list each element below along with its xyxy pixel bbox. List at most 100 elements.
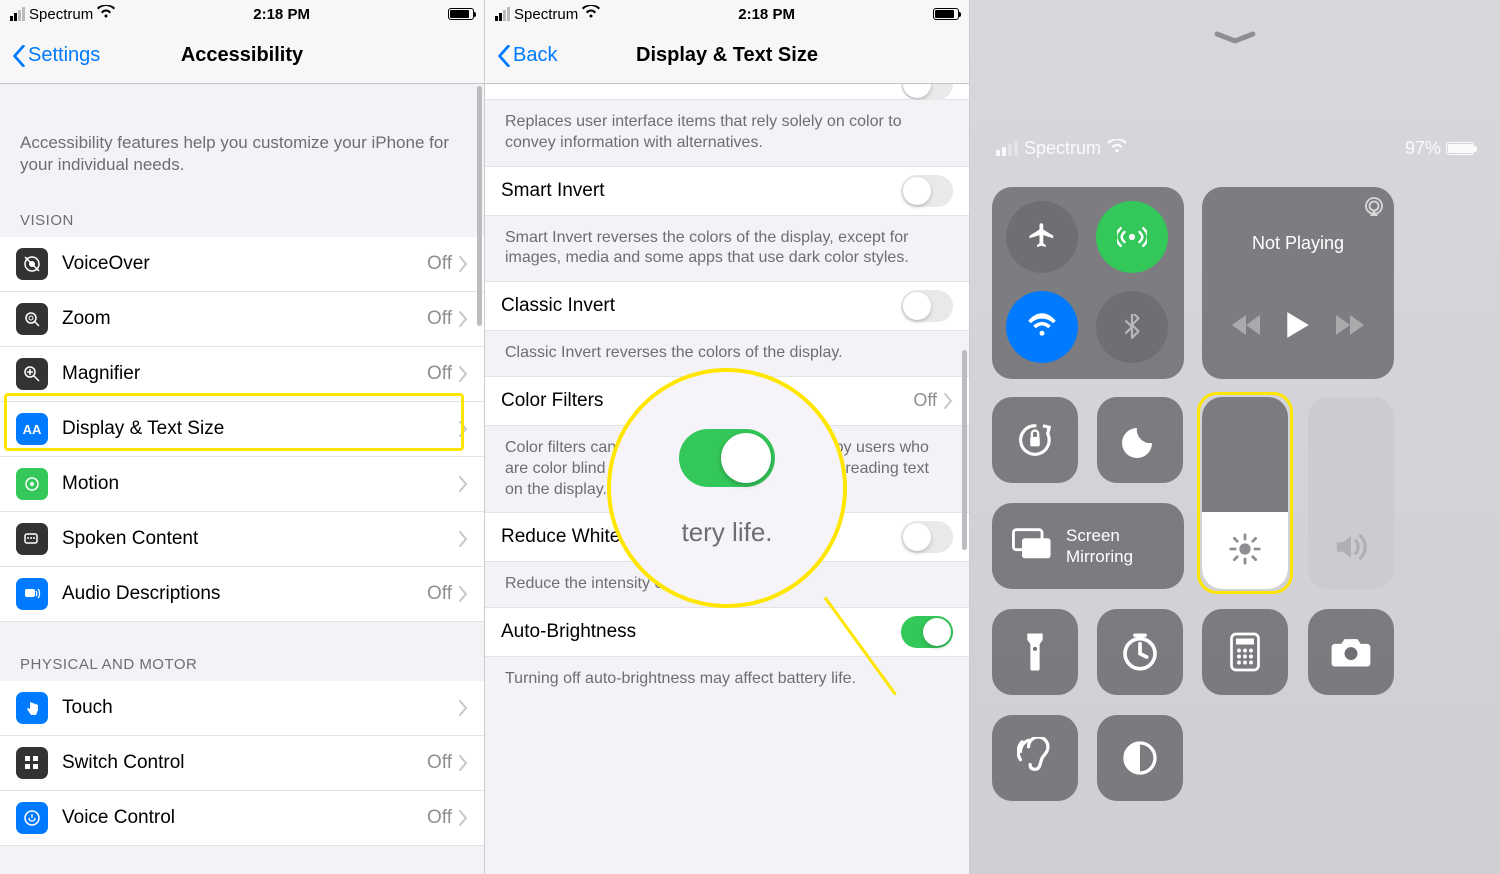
row-value: Off (913, 390, 937, 411)
back-button[interactable]: Back (497, 44, 557, 67)
row-label: Touch (62, 697, 458, 719)
orientation-lock-button[interactable] (992, 397, 1078, 483)
chevron-right-icon (458, 810, 468, 826)
chevron-right-icon (458, 700, 468, 716)
time-label: 2:18 PM (738, 6, 795, 23)
mirror-line1: Screen (1066, 525, 1133, 546)
row-motion[interactable]: Motion (0, 457, 484, 512)
screen-control-center: Spectrum 97% (970, 0, 1500, 874)
media-tile[interactable]: Not Playing (1202, 187, 1394, 379)
back-label: Settings (28, 44, 100, 67)
row-label: Voice Control (62, 807, 427, 829)
dark-mode-button[interactable] (1097, 715, 1183, 801)
calculator-button[interactable] (1202, 609, 1288, 695)
toggle-auto-brightness[interactable] (901, 616, 953, 648)
mirror-line2: Mirroring (1066, 546, 1133, 567)
battery-icon (933, 8, 959, 20)
row-spoken-content[interactable]: Spoken Content (0, 512, 484, 567)
row-value: Off (427, 308, 452, 330)
wifi-button[interactable] (1006, 291, 1078, 363)
row-label: VoiceOver (62, 253, 427, 275)
battery-icon (1446, 142, 1474, 155)
control-center-handle[interactable] (1213, 30, 1257, 51)
row-classic-invert[interactable]: Classic Invert (485, 281, 969, 331)
chevron-right-icon (458, 586, 468, 602)
row-label: Magnifier (62, 363, 427, 385)
touch-icon (16, 692, 48, 724)
connectivity-tile[interactable] (992, 187, 1184, 379)
hearing-button[interactable] (992, 715, 1078, 801)
play-button[interactable] (1285, 310, 1311, 345)
camera-button[interactable] (1308, 609, 1394, 695)
row-label: Audio Descriptions (62, 583, 427, 605)
row-zoom[interactable]: Zoom Off (0, 292, 484, 347)
timer-button[interactable] (1097, 609, 1183, 695)
battery-icon (448, 8, 474, 20)
desc-text: Smart Invert reverses the colors of the … (485, 216, 969, 282)
cellular-data-button[interactable] (1096, 201, 1168, 273)
chevron-right-icon (458, 476, 468, 492)
zoom-callout: tery life. (607, 368, 847, 608)
volume-slider[interactable] (1308, 397, 1394, 589)
row-voiceover[interactable]: VoiceOver Off (0, 237, 484, 292)
carrier-label: Spectrum (1024, 138, 1101, 159)
toggle-partial[interactable] (901, 84, 953, 100)
chevron-right-icon (458, 755, 468, 771)
scrollbar[interactable] (962, 350, 967, 550)
bluetooth-button[interactable] (1096, 291, 1168, 363)
row-label: Auto-Brightness (501, 621, 636, 643)
row-label: Color Filters (501, 390, 603, 412)
chevron-right-icon (458, 366, 468, 382)
row-label: Zoom (62, 308, 427, 330)
screen-accessibility: Spectrum 2:18 PM Settings Accessibility … (0, 0, 485, 874)
wifi-icon (582, 5, 600, 23)
speaker-icon (1332, 528, 1370, 571)
signal-icon (996, 141, 1018, 156)
media-title: Not Playing (1202, 233, 1394, 254)
rewind-button[interactable] (1232, 313, 1262, 342)
carrier-label: Spectrum (514, 6, 578, 23)
row-value: Off (427, 807, 452, 829)
row-value: Off (427, 253, 452, 275)
row-voice-control[interactable]: Voice Control Off (0, 791, 484, 846)
scrollbar[interactable] (477, 86, 482, 326)
do-not-disturb-button[interactable] (1097, 397, 1183, 483)
airplane-mode-button[interactable] (1006, 201, 1078, 273)
row-label: Display & Text Size (62, 418, 458, 440)
signal-icon (495, 7, 510, 21)
row-display-text-size[interactable]: AA Display & Text Size (0, 402, 484, 457)
back-button[interactable]: Settings (12, 44, 100, 67)
intro-text: Accessibility features help you customiz… (0, 84, 484, 200)
row-audio-descriptions[interactable]: Audio Descriptions Off (0, 567, 484, 622)
brightness-slider[interactable] (1202, 397, 1288, 589)
row-auto-brightness[interactable]: Auto-Brightness (485, 607, 969, 657)
row-touch[interactable]: Touch (0, 681, 484, 736)
section-header-vision: VISION (0, 200, 484, 237)
chevron-right-icon (458, 311, 468, 327)
wifi-icon (97, 5, 115, 23)
airplay-icon[interactable] (1362, 195, 1386, 224)
toggle-smart-invert[interactable] (901, 175, 953, 207)
desc-text: Replaces user interface items that rely … (485, 100, 969, 166)
forward-button[interactable] (1334, 313, 1364, 342)
cc-status-bar: Spectrum 97% (970, 138, 1500, 159)
time-label: 2:18 PM (253, 6, 310, 23)
toggle-reduce-white[interactable] (901, 521, 953, 553)
zoom-toggle-icon (679, 429, 775, 487)
page-title: Display & Text Size (636, 44, 818, 67)
flashlight-button[interactable] (992, 609, 1078, 695)
toggle-classic-invert[interactable] (901, 290, 953, 322)
signal-icon (10, 7, 25, 21)
row-smart-invert[interactable]: Smart Invert (485, 166, 969, 216)
status-bar: Spectrum 2:18 PM (485, 0, 969, 28)
motion-icon (16, 468, 48, 500)
row-label: Motion (62, 473, 458, 495)
screen-mirroring-button[interactable]: Screen Mirroring (992, 503, 1184, 589)
audio-descriptions-icon (16, 578, 48, 610)
zoom-text: tery life. (681, 517, 772, 548)
section-header-physical: PHYSICAL AND MOTOR (0, 622, 484, 681)
row-value: Off (427, 363, 452, 385)
row-magnifier[interactable]: Magnifier Off (0, 347, 484, 402)
screen-mirror-icon (1012, 527, 1052, 566)
row-switch-control[interactable]: Switch Control Off (0, 736, 484, 791)
